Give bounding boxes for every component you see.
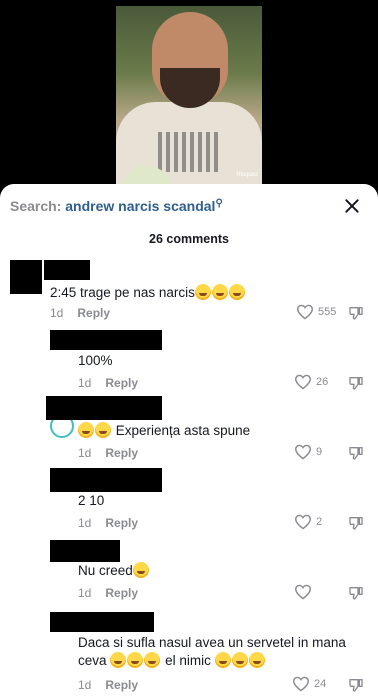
dislike-icon[interactable] — [348, 677, 364, 693]
comment-meta: 1d Reply — [78, 446, 138, 460]
comment-item: 2:45 trage pe nas narcis 1d Reply 555 — [0, 258, 378, 328]
like-button[interactable]: 26 — [294, 374, 328, 390]
rofl-emoji-icon — [95, 422, 111, 438]
comment-text: 2 10 — [78, 493, 105, 508]
video-shirt-print — [158, 132, 220, 172]
comment-time: 1d — [78, 678, 92, 692]
dislike-icon[interactable] — [348, 445, 364, 461]
like-button[interactable]: 24 — [292, 676, 326, 692]
dislike-icon[interactable] — [348, 305, 364, 321]
search-suggestion[interactable]: Search: andrew narcis scandal⚲ — [10, 198, 223, 214]
rofl-emoji-icon — [211, 284, 228, 300]
like-button[interactable]: 2 — [294, 514, 322, 530]
comment-username[interactable] — [50, 612, 154, 632]
dislike-icon[interactable] — [348, 375, 364, 391]
reply-button[interactable]: Reply — [105, 446, 138, 460]
dislike-icon[interactable] — [348, 515, 364, 531]
search-icon: ⚲ — [215, 198, 223, 209]
joy-emoji-icon — [110, 652, 127, 668]
like-button[interactable]: 9 — [294, 444, 322, 460]
search-query[interactable]: andrew narcis scandal — [65, 198, 215, 214]
video-badge: Risquez — [236, 172, 258, 178]
like-count: 555 — [318, 306, 337, 318]
rofl-emoji-icon — [194, 284, 211, 300]
grin-emoji-icon — [132, 562, 149, 578]
comment-text: 100% — [78, 353, 113, 368]
comment-username[interactable] — [50, 468, 162, 492]
reply-button[interactable]: Reply — [77, 306, 110, 320]
heart-icon — [296, 304, 314, 320]
comment-meta: 1d Reply — [78, 376, 138, 390]
comment-username[interactable] — [46, 396, 162, 420]
joy-emoji-icon — [127, 652, 144, 668]
joy-emoji-icon — [144, 652, 161, 668]
comment-meta: 1d Reply — [78, 516, 138, 530]
heart-icon — [294, 374, 312, 390]
reply-button[interactable]: Reply — [105, 516, 138, 530]
comment-text: Experiența asta spune — [78, 422, 250, 440]
reply-button[interactable]: Reply — [105, 376, 138, 390]
reply-button[interactable]: Reply — [105, 678, 138, 692]
comment-time: 1d — [50, 306, 64, 320]
dislike-icon[interactable] — [348, 585, 364, 601]
like-count: 26 — [316, 376, 329, 388]
heart-icon — [292, 676, 310, 692]
comment-username[interactable] — [50, 540, 120, 562]
like-count: 24 — [314, 678, 327, 690]
comment-item: Experiența asta spune 1d Reply 9 — [0, 396, 378, 466]
comment-meta: 1d Reply — [78, 586, 138, 600]
heart-icon — [294, 584, 312, 600]
joy-emoji-icon — [231, 652, 248, 668]
heart-icon — [294, 514, 312, 530]
comment-time: 1d — [78, 586, 92, 600]
rofl-emoji-icon — [228, 284, 245, 300]
comments-count: 26 comments — [149, 232, 229, 246]
comment-item: 2 10 1d Reply 2 — [0, 468, 378, 538]
search-label: Search: — [10, 198, 62, 214]
comment-username[interactable] — [44, 260, 90, 280]
comments-sheet: Search: andrew narcis scandal⚲ 26 commen… — [0, 184, 378, 700]
video-player[interactable]: Risquez — [0, 0, 378, 200]
joy-emoji-icon — [214, 652, 231, 668]
comment-meta: 1d Reply — [50, 306, 110, 320]
close-icon[interactable] — [342, 196, 362, 216]
like-button[interactable]: 555 — [296, 304, 336, 320]
heart-icon — [294, 444, 312, 460]
comment-text: Daca si sufla nasul avea un servetel in … — [78, 635, 346, 668]
like-button[interactable] — [294, 584, 316, 600]
comment-meta: 1d Reply — [78, 678, 138, 692]
joy-emoji-icon — [248, 652, 265, 668]
comment-item: Daca si sufla nasul avea un servetel in … — [0, 610, 378, 700]
comment-text: Nu creed — [78, 562, 150, 580]
like-count: 2 — [316, 516, 323, 528]
comment-item: Nu creed 1d Reply — [0, 540, 378, 610]
comment-username[interactable] — [50, 330, 162, 350]
avatar[interactable] — [10, 260, 42, 294]
comment-item: 100% 1d Reply 26 — [0, 328, 378, 398]
like-count: 9 — [316, 446, 323, 458]
rofl-emoji-icon — [78, 422, 94, 438]
comment-time: 1d — [78, 446, 92, 460]
reply-button[interactable]: Reply — [105, 586, 138, 600]
comment-text: 2:45 trage pe nas narcis — [50, 284, 246, 302]
comment-time: 1d — [78, 376, 92, 390]
comment-time: 1d — [78, 516, 92, 530]
